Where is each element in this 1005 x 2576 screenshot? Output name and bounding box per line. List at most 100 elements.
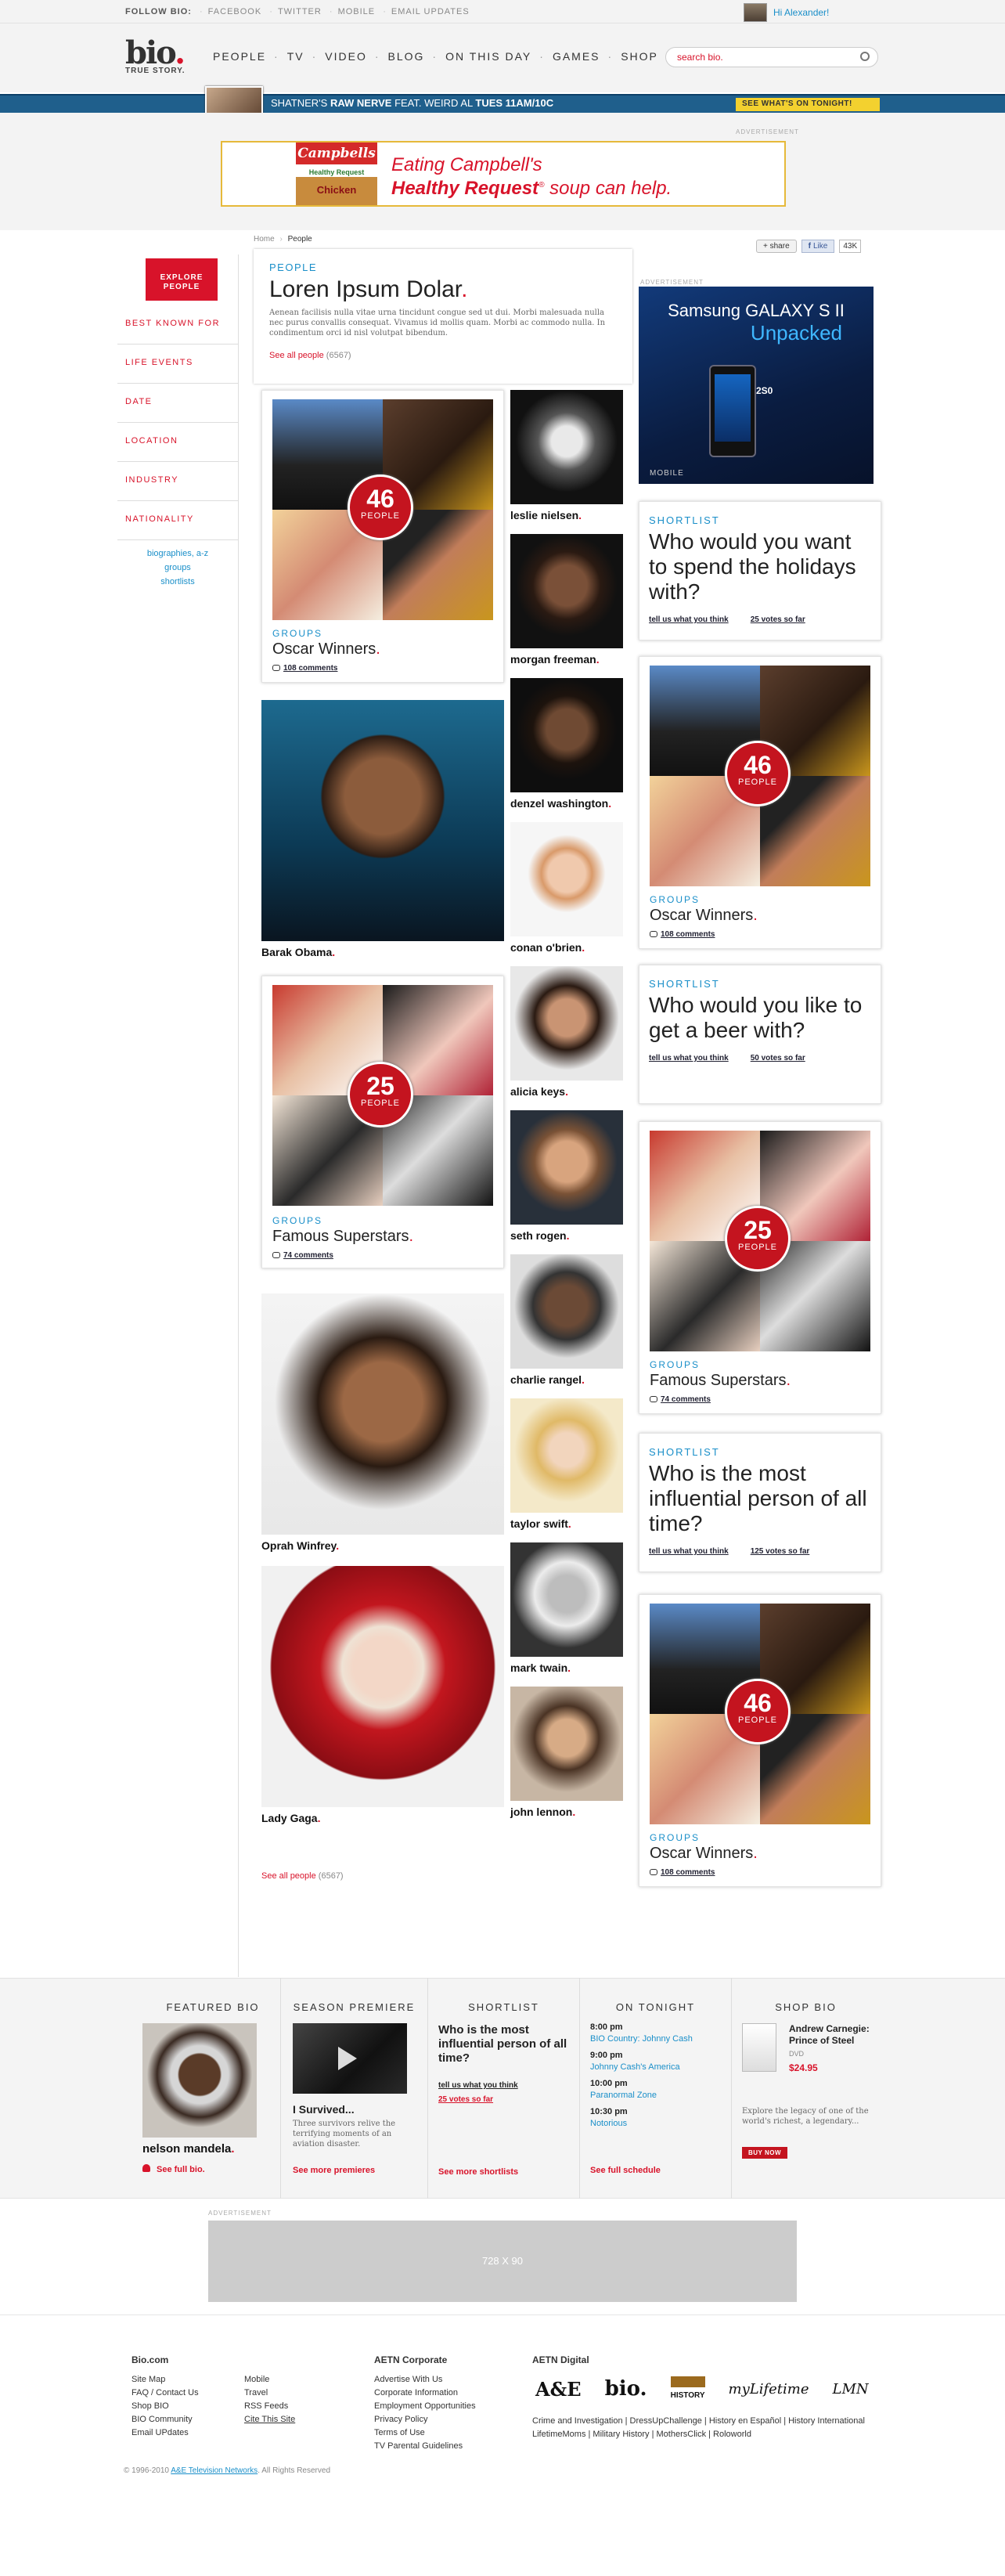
shortlist-cta[interactable]: tell us what you think [649,1054,729,1063]
shortlist-question[interactable]: Who would you like to get a beer with? [649,993,871,1043]
person-name-obama[interactable]: Barak Obama. [261,946,335,958]
like-button[interactable]: f Like [801,240,835,253]
user-avatar[interactable] [744,3,767,22]
lmn-logo[interactable]: LMN [832,2383,868,2397]
nav-blog[interactable]: BLOG [380,50,433,63]
mobile-link[interactable]: MOBILE [338,7,376,16]
tonight-show[interactable]: Paranormal Zone [590,2090,693,2102]
group-title[interactable]: Oscar Winners. [272,640,380,658]
footer-link[interactable]: Mobile [244,2373,295,2387]
group-comments-link[interactable]: 108 comments [650,930,715,939]
samsung-ad[interactable]: Samsung GALAXY S II Unpacked 2S0 MOBILE [639,287,874,484]
person-name-alicia-keys[interactable]: alicia keys. [510,1085,568,1098]
shortlist-question[interactable]: Who would you want to spend the holidays… [649,529,871,604]
person-photo-oprah[interactable] [261,1293,504,1535]
person-name-charlie-rangel[interactable]: charlie rangel. [510,1373,585,1386]
search-icon[interactable] [860,52,870,61]
footer-link[interactable]: Privacy Policy [374,2413,476,2426]
person-name-leslie-nielsen[interactable]: leslie nielsen. [510,509,582,521]
twitter-link[interactable]: TWITTER [278,7,322,16]
shortlist-card[interactable]: SHORTLIST Who would you want to spend th… [639,501,881,640]
nav-shop[interactable]: SHOP [613,50,666,63]
person-name-oprah[interactable]: Oprah Winfrey. [261,1539,339,1552]
person-photo-alicia-keys[interactable] [510,966,623,1081]
group-comments-link[interactable]: 108 comments [272,664,337,673]
person-photo-obama[interactable] [261,700,504,941]
see-all-people-link[interactable]: See all people (6567) [269,351,617,360]
nav-people[interactable]: PEOPLE [205,50,274,63]
person-photo-conan-obrien[interactable] [510,822,623,936]
person-photo-taylor-swift[interactable] [510,1398,623,1513]
leftnav-location[interactable]: LOCATION [117,423,238,462]
user-menu[interactable]: Hi Alexander! [744,3,829,22]
nav-games[interactable]: GAMES [545,50,608,63]
facebook-link[interactable]: FACEBOOK [208,7,262,16]
footer-link[interactable]: Cite This Site [244,2413,295,2426]
group-comments-link[interactable]: 108 comments [650,1868,715,1877]
user-greeting[interactable]: Hi Alexander! [773,7,829,18]
premiere-video-thumb[interactable] [293,2023,407,2094]
person-name-denzel-washington[interactable]: denzel washington. [510,797,611,810]
shortlist-module-cta[interactable]: tell us what you think [438,2081,518,2090]
ae-logo[interactable]: A&E [535,2380,582,2399]
person-photo-mark-twain[interactable] [510,1542,623,1657]
see-tonight-button[interactable]: SEE WHAT'S ON TONIGHT! [736,98,880,111]
shortlist-votes[interactable]: 125 votes so far [751,1547,810,1556]
group-comments-link[interactable]: 74 comments [272,1251,333,1260]
footer-link[interactable]: TV Parental Guidelines [374,2440,476,2453]
person-name-seth-rogen[interactable]: seth rogen. [510,1229,569,1242]
leftnav-date[interactable]: DATE [117,384,238,423]
person-photo-seth-rogen[interactable] [510,1110,623,1225]
digital-links-1[interactable]: Crime and Investigation | DressUpChallen… [532,2415,877,2428]
shop-product-image[interactable] [742,2023,776,2072]
digital-links-2[interactable]: LifetimeMoms | Military History | Mother… [532,2428,877,2441]
person-name-morgan-freeman[interactable]: morgan freeman. [510,653,600,666]
footer-link[interactable]: Terms of Use [374,2426,476,2440]
history-logo[interactable]: HISTORY [670,2376,705,2402]
group-title[interactable]: Famous Superstars. [650,1372,791,1390]
email-updates-link[interactable]: EMAIL UPDATES [391,7,470,16]
bio-logo[interactable]: bio. [605,2379,647,2399]
see-full-schedule-link[interactable]: See full schedule [590,2166,661,2175]
tonight-show[interactable]: Notorious [590,2118,693,2130]
footer-link[interactable]: Site Map [131,2373,199,2387]
tonight-show[interactable]: Johnny Cash's America [590,2062,693,2073]
bottom-ad[interactable]: 728 X 90 [208,2221,797,2302]
group-title[interactable]: Oscar Winners. [650,907,758,925]
footer-link[interactable]: Shop BIO [131,2400,199,2413]
footer-link[interactable]: Employment Opportunities [374,2400,476,2413]
footer-link[interactable]: RSS Feeds [244,2400,295,2413]
person-name-john-lennon[interactable]: john lennon. [510,1806,575,1818]
share-button[interactable]: + share [756,240,797,253]
groups-link[interactable]: groups [117,561,238,575]
tonight-show[interactable]: BIO Country: Johnny Cash [590,2033,693,2045]
person-photo-morgan-freeman[interactable] [510,534,623,648]
footer-link[interactable]: FAQ / Contact Us [131,2387,199,2400]
person-name-conan-obrien[interactable]: conan o'brien. [510,941,585,954]
group-title[interactable]: Famous Superstars. [272,1228,413,1246]
shortlist-cta[interactable]: tell us what you think [649,1547,729,1556]
shortlist-votes[interactable]: 50 votes so far [751,1054,805,1063]
leftnav-life-events[interactable]: LIFE EVENTS [117,345,238,384]
premiere-title[interactable]: I Survived... [293,2103,355,2116]
shortlists-link[interactable]: shortlists [117,575,238,589]
person-photo-john-lennon[interactable] [510,1687,623,1801]
person-photo-leslie-nielsen[interactable] [510,390,623,504]
breadcrumb-home[interactable]: Home [254,235,275,244]
footer-link[interactable]: Email UPdates [131,2426,199,2440]
nav-tv[interactable]: TV [279,50,312,63]
shortlist-module-votes[interactable]: 25 votes so far [438,2095,493,2104]
footer-link[interactable]: Travel [244,2387,295,2400]
shop-product-title[interactable]: Andrew Carnegie: Prince of Steel [789,2023,880,2047]
search-input[interactable]: search bio. [665,47,878,67]
play-icon[interactable] [338,2047,357,2070]
see-more-premieres-link[interactable]: See more premieres [293,2166,375,2175]
person-name-taylor-swift[interactable]: taylor swift. [510,1517,571,1530]
promo-text[interactable]: SHATNER'S RAW NERVE FEAT. WEIRD AL TUES … [271,97,553,109]
person-name-mark-twain[interactable]: mark twain. [510,1661,571,1674]
person-name-lady-gaga[interactable]: Lady Gaga. [261,1812,320,1824]
nav-on-this-day[interactable]: ON THIS DAY [438,50,539,63]
featured-bio-name[interactable]: nelson mandela. [142,2142,235,2156]
person-photo-charlie-rangel[interactable] [510,1254,623,1369]
leftnav-best-known-for[interactable]: BEST KNOWN FOR [117,305,238,345]
